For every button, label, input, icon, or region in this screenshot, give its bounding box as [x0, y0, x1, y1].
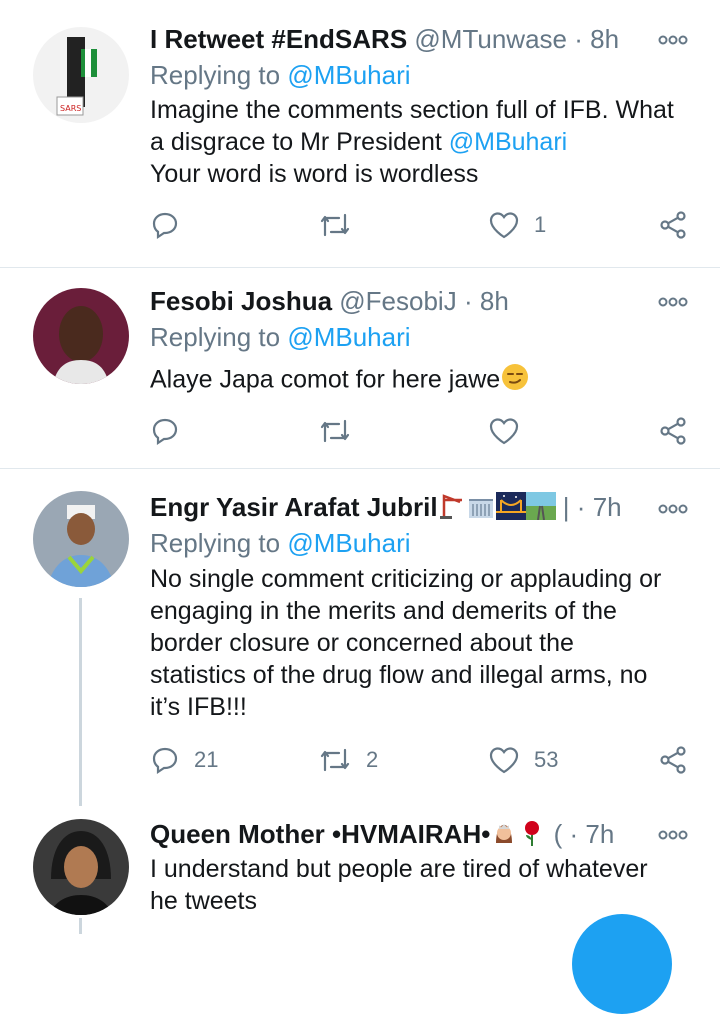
timestamp[interactable]: 8h — [480, 286, 509, 316]
tweet-1[interactable]: SARS I Retweet #EndSARS @MTunwase · 8h R… — [0, 0, 720, 268]
like-count: 1 — [534, 212, 547, 237]
tweet-header: I Retweet #EndSARS @MTunwase · 8h — [150, 24, 720, 54]
replying-to: Replying to @MBuhari — [150, 322, 411, 352]
replying-to: Replying to @MBuhari — [150, 528, 411, 558]
share-icon — [658, 416, 688, 446]
separator-dot: · — [569, 819, 579, 849]
construction-crane-emoji-icon — [438, 492, 466, 526]
compose-fab-button[interactable] — [572, 914, 672, 1014]
tweet-text-line: statistics of the drug flow and illegal … — [150, 661, 648, 689]
replying-label: Replying to — [150, 528, 281, 558]
separator-bar: | — [562, 492, 570, 522]
share-icon — [658, 210, 688, 240]
tweet-text-line: Your word is word is wordless — [150, 160, 479, 188]
like-icon — [488, 745, 520, 775]
retweet-icon — [318, 416, 352, 446]
like-button[interactable]: 53 — [488, 745, 558, 775]
display-name[interactable]: Fesobi Joshua — [150, 286, 332, 316]
tweet-text-line: Imagine the comments section full of IFB… — [150, 96, 674, 124]
building-emoji-icon — [466, 492, 496, 526]
tweet-text-line: No single comment criticizing or applaud… — [150, 565, 662, 593]
tweet-text: Imagine the comments section full of IFB… — [150, 94, 698, 190]
reply-count: 21 — [194, 747, 219, 772]
retweet-button[interactable]: 2 — [318, 745, 378, 775]
more-options-icon[interactable] — [658, 30, 688, 53]
reply-icon — [150, 416, 180, 446]
share-button[interactable] — [658, 416, 688, 446]
replying-label: Replying to — [150, 60, 281, 90]
timestamp[interactable]: 8h — [590, 24, 619, 54]
display-name[interactable]: I Retweet #EndSARS — [150, 24, 407, 54]
reply-button[interactable]: 21 — [150, 745, 218, 775]
like-button[interactable]: 1 — [488, 210, 546, 240]
smirk-emoji-icon — [500, 362, 530, 400]
action-bar: 1 — [150, 210, 695, 250]
tweet-text: Alaye Japa comot for here jawe — [150, 362, 698, 400]
separator-dot: · — [463, 286, 473, 316]
reply-icon — [150, 745, 180, 775]
like-button[interactable] — [488, 416, 534, 446]
share-button[interactable] — [658, 210, 688, 240]
replying-mention[interactable]: @MBuhari — [287, 528, 410, 558]
more-options-icon[interactable] — [658, 292, 688, 315]
timestamp[interactable]: 7h — [593, 492, 622, 522]
retweet-icon — [318, 210, 352, 240]
replying-to: Replying to @MBuhari — [150, 60, 411, 90]
bridge-night-emoji-icon — [495, 492, 526, 526]
like-count: 53 — [534, 747, 559, 772]
like-icon — [488, 210, 520, 240]
tweet-text-line: Alaye Japa comot for here jawe — [150, 365, 501, 394]
more-options-icon[interactable] — [658, 499, 688, 522]
action-bar: 21 2 53 — [150, 745, 695, 785]
display-name[interactable]: Engr Yasir Arafat Jubril — [150, 492, 438, 522]
tweet-text-line: he tweets — [150, 887, 258, 915]
replying-mention[interactable]: @MBuhari — [287, 322, 410, 352]
action-bar — [150, 416, 695, 456]
timestamp[interactable]: 7h — [585, 819, 614, 849]
display-name[interactable]: Queen Mother •HVMAIRAH• — [150, 819, 490, 849]
avatar[interactable] — [33, 819, 129, 915]
princess-emoji-icon — [490, 819, 518, 853]
user-handle[interactable]: @FesobiJ — [339, 286, 456, 316]
share-icon — [658, 745, 688, 775]
tweet-text: No single comment criticizing or applaud… — [150, 563, 698, 723]
rose-emoji-icon — [518, 819, 546, 853]
retweet-count: 2 — [366, 747, 379, 772]
tweet-header: Engr Yasir Arafat Jubril | · 7h — [150, 492, 720, 526]
avatar[interactable]: SARS — [33, 27, 129, 123]
tweet-text-line: a disgrace to Mr President @MBuhari — [150, 126, 698, 158]
user-handle[interactable]: @MTunwase — [414, 24, 567, 54]
separator-dot: · — [576, 492, 586, 522]
more-options-icon[interactable] — [658, 825, 688, 848]
reply-icon — [150, 210, 180, 240]
user-handle[interactable]: ( — [554, 819, 563, 849]
replying-mention[interactable]: @MBuhari — [287, 60, 410, 90]
retweet-button[interactable] — [318, 416, 366, 446]
retweet-icon — [318, 745, 352, 775]
separator-dot: · — [574, 24, 583, 54]
tweet-3[interactable]: Engr Yasir Arafat Jubril | · 7h Replying… — [0, 469, 720, 809]
tweet-text-line: it’s IFB!!! — [150, 693, 247, 721]
like-icon — [488, 416, 520, 446]
svg-text:SARS: SARS — [60, 104, 81, 113]
tweet-2[interactable]: Fesobi Joshua @FesobiJ · 8h Replying to … — [0, 268, 720, 468]
reply-button[interactable] — [150, 416, 194, 446]
reply-button[interactable] — [150, 210, 194, 240]
tweet-text-fragment: a disgrace to Mr President — [150, 128, 442, 156]
tweet-text-line: engaging in the merits and demerits of t… — [150, 597, 617, 625]
railway-emoji-icon — [525, 492, 556, 526]
retweet-button[interactable] — [318, 210, 366, 240]
tweet-header: Queen Mother •HVMAIRAH• ( · 7h — [150, 819, 720, 853]
tweet-text: I understand but people are tired of wha… — [150, 853, 698, 917]
tweet-header: Fesobi Joshua @FesobiJ · 8h — [150, 286, 720, 316]
tweet-text-line: border closure or concerned about the — [150, 629, 574, 657]
avatar[interactable] — [33, 491, 129, 587]
replying-label: Replying to — [150, 322, 281, 352]
mention-link[interactable]: @MBuhari — [449, 128, 567, 156]
tweet-text-line: I understand but people are tired of wha… — [150, 855, 648, 883]
share-button[interactable] — [658, 745, 688, 775]
avatar[interactable] — [33, 288, 129, 384]
